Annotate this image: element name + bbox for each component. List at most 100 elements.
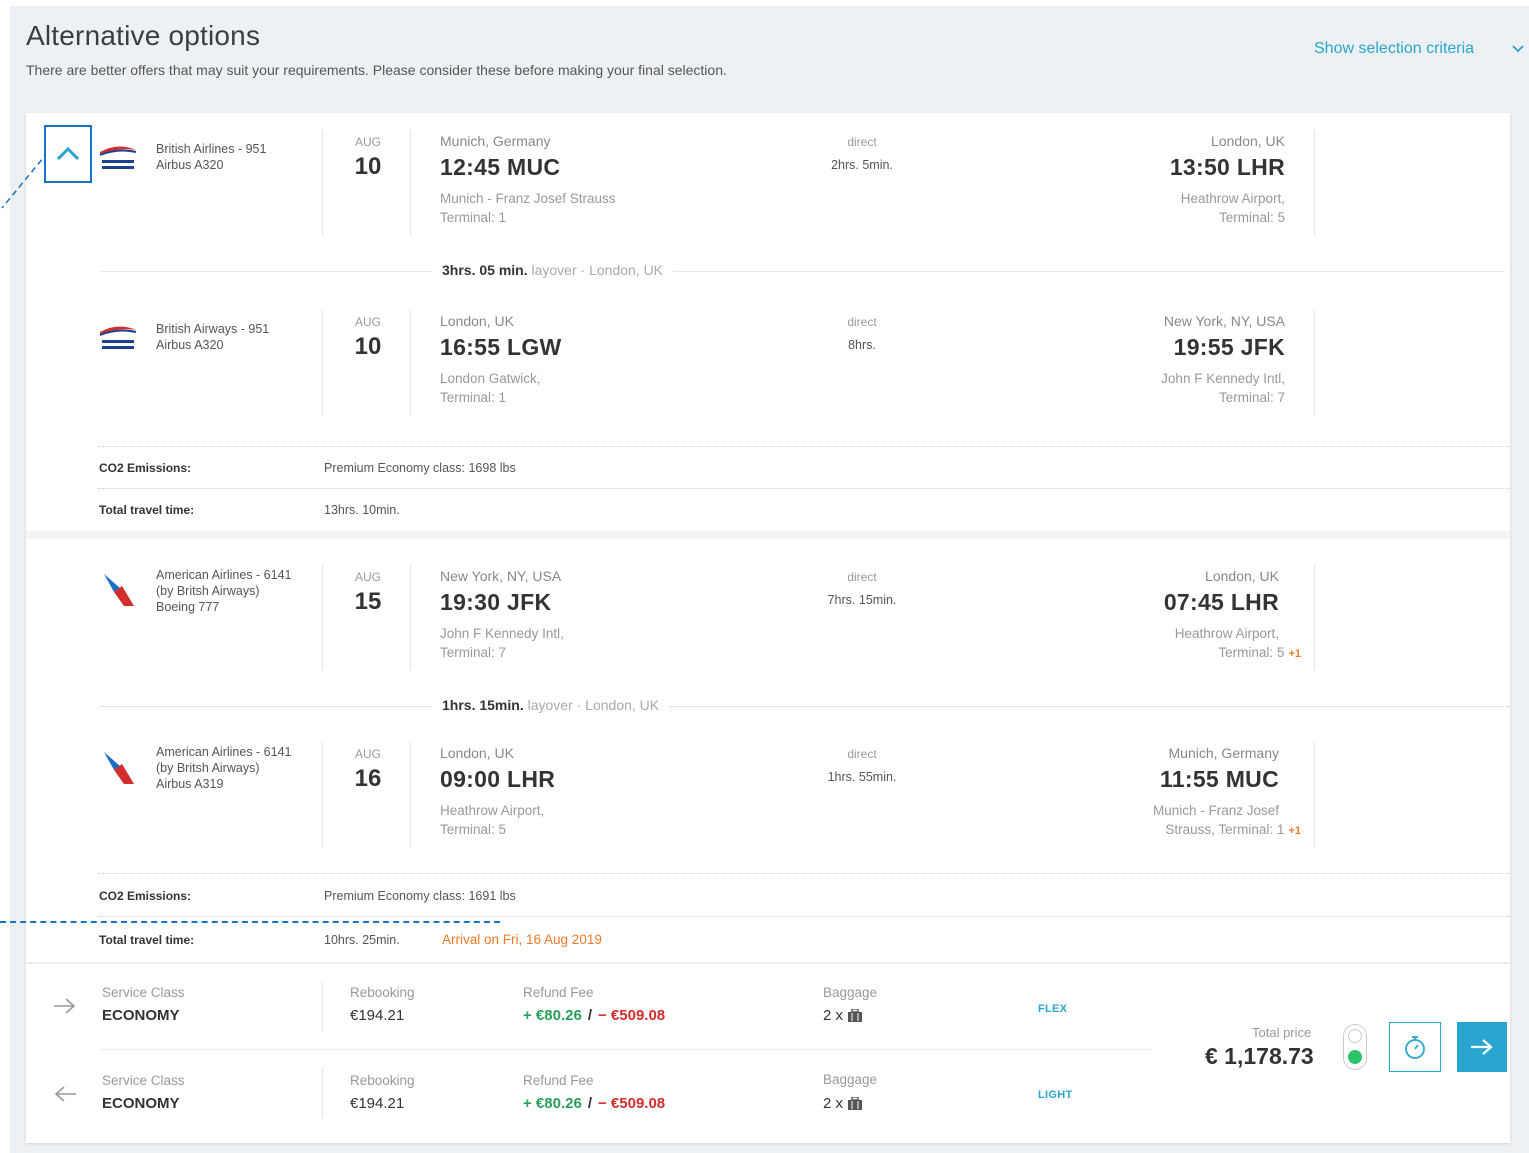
info-divider [98,873,1510,874]
outbound-inbound-separator [26,531,1510,539]
co2-label: CO2 Emissions: [99,461,192,475]
arrow-right-icon [1471,1039,1493,1055]
total-travel-time-value: 13hrs. 10min. [324,503,400,517]
column-divider [410,565,411,670]
baggage-label: Baggage [823,985,878,1000]
info-divider [98,446,1510,447]
fare-type-light: LIGHT [1038,1089,1073,1101]
annotation-dashed-line [0,921,500,923]
co2-label: CO2 Emissions: [99,889,192,903]
arrival-time: 13:50 LHR [1169,154,1285,180]
column-divider [1314,742,1315,847]
flight-duration: 8hrs. [848,338,876,352]
day-offset-badge: +1 [1288,648,1301,660]
baggage-value: 2 x [823,1007,863,1024]
info-divider [98,916,1510,917]
column-divider [410,742,411,847]
luggage-icon [848,1009,863,1023]
total-price-value: € 1,178.73 [1205,1043,1314,1069]
arrival-airport: Heathrow Airport, Terminal: 5 +1 [1174,626,1301,660]
column-divider [322,130,323,235]
service-class-value: ECONOMY [102,1095,180,1112]
service-class-label: Service Class [102,1073,185,1088]
arrival-time: 19:55 JFK [1173,334,1285,360]
layover-info: 1hrs. 15min. layover · London, UK [432,697,670,713]
departure-city: Munich, Germany [440,133,551,149]
stop-type: direct [847,747,877,761]
service-class-label: Service Class [102,985,185,1000]
arrival-city: New York, NY, USA [1163,313,1285,329]
fare-divider [100,1049,1152,1050]
column-divider [322,565,323,670]
rebooking-label: Rebooking [350,985,415,1000]
stop-type: direct [847,315,877,329]
layover-line [100,706,1510,707]
stop-type: direct [847,570,877,584]
refund-fee-value: + €80.26/− €509.08 [523,1007,666,1024]
american-airlines-logo-icon [104,752,134,784]
column-divider [1314,310,1315,415]
flight-month: AUG [354,747,381,761]
american-airlines-logo-icon [104,574,134,606]
departure-time: 19:30 JFK [440,589,552,615]
arrow-right-icon [54,998,76,1014]
fare-type-flex: FLEX [1038,1003,1068,1015]
arrival-airport: Heathrow Airport, Terminal: 5 [1180,191,1285,225]
baggage-value: 2 x [823,1095,863,1112]
column-divider [410,130,411,235]
day-offset-badge: +1 [1288,825,1301,837]
total-travel-time-value: 10hrs. 25min. [324,933,400,947]
rebooking-value: €194.21 [350,1095,405,1112]
baggage-label: Baggage [823,1072,878,1087]
info-divider [98,488,1510,489]
co2-value: Premium Economy class: 1698 lbs [324,461,516,475]
column-divider [410,310,411,415]
arrival-time: 11:55 MUC [1159,766,1279,792]
flight-duration: 1hrs. 55min. [827,770,897,784]
select-option-button[interactable] [1457,1022,1507,1072]
column-divider [322,1068,323,1118]
column-divider [322,982,323,1032]
arrival-city: London, UK [1211,133,1285,149]
column-divider [322,310,323,415]
layover-info: 3hrs. 05 min. layover · London, UK [432,262,674,278]
layover-line [100,271,1505,272]
arrival-date-note: Arrival on Fri, 16 Aug 2019 [442,932,602,947]
flight-month: AUG [354,135,381,149]
stop-type: direct [847,135,877,149]
chevron-up-icon [56,146,80,161]
british-airways-logo-icon [99,326,137,349]
airline-name: American Airlines - 6141 (by Britsh Airwa… [156,745,292,791]
flight-duration: 2hrs. 5min. [831,158,893,172]
hold-timer-button[interactable] [1389,1022,1441,1072]
arrow-left-icon [54,1086,76,1102]
show-selection-criteria-link[interactable]: Show selection criteria [1314,40,1474,58]
flight-duration: 7hrs. 15min. [827,593,897,607]
airline-name: British Airways - 951 Airbus A320 [156,322,270,352]
flight-day: 10 [354,153,382,180]
chevron-down-icon[interactable] [1510,40,1526,56]
rebooking-value: €194.21 [350,1007,405,1024]
airline-name: British Airlines - 951 Airbus A320 [156,142,267,172]
departure-airport: London Gatwick, Terminal: 1 [440,371,541,405]
collapse-button[interactable] [44,125,92,183]
co2-value: Premium Economy class: 1691 lbs [324,889,516,903]
section-subtitle: There are better offers that may suit yo… [26,62,727,78]
arrival-airport: Munich - Franz Josef Strauss, Terminal: 1… [1152,803,1301,837]
footer-divider [26,962,1510,964]
flight-day: 10 [354,333,382,360]
service-class-value: ECONOMY [102,1007,180,1024]
total-travel-time-label: Total travel time: [99,503,195,517]
departure-airport: John F Kennedy Intl, Terminal: 7 [440,626,564,660]
departure-city: New York, NY, USA [440,568,562,584]
rebooking-label: Rebooking [350,1073,415,1088]
departure-airport: Heathrow Airport, Terminal: 5 [440,803,545,837]
luggage-icon [848,1097,863,1111]
price-status-light-icon [1343,1024,1367,1070]
departure-time: 16:55 LGW [440,334,562,360]
flight-day: 16 [354,765,382,792]
column-divider [1314,565,1315,670]
stopwatch-icon [1405,1036,1425,1059]
flight-day: 15 [354,588,382,615]
arrival-city: London, UK [1205,568,1279,584]
